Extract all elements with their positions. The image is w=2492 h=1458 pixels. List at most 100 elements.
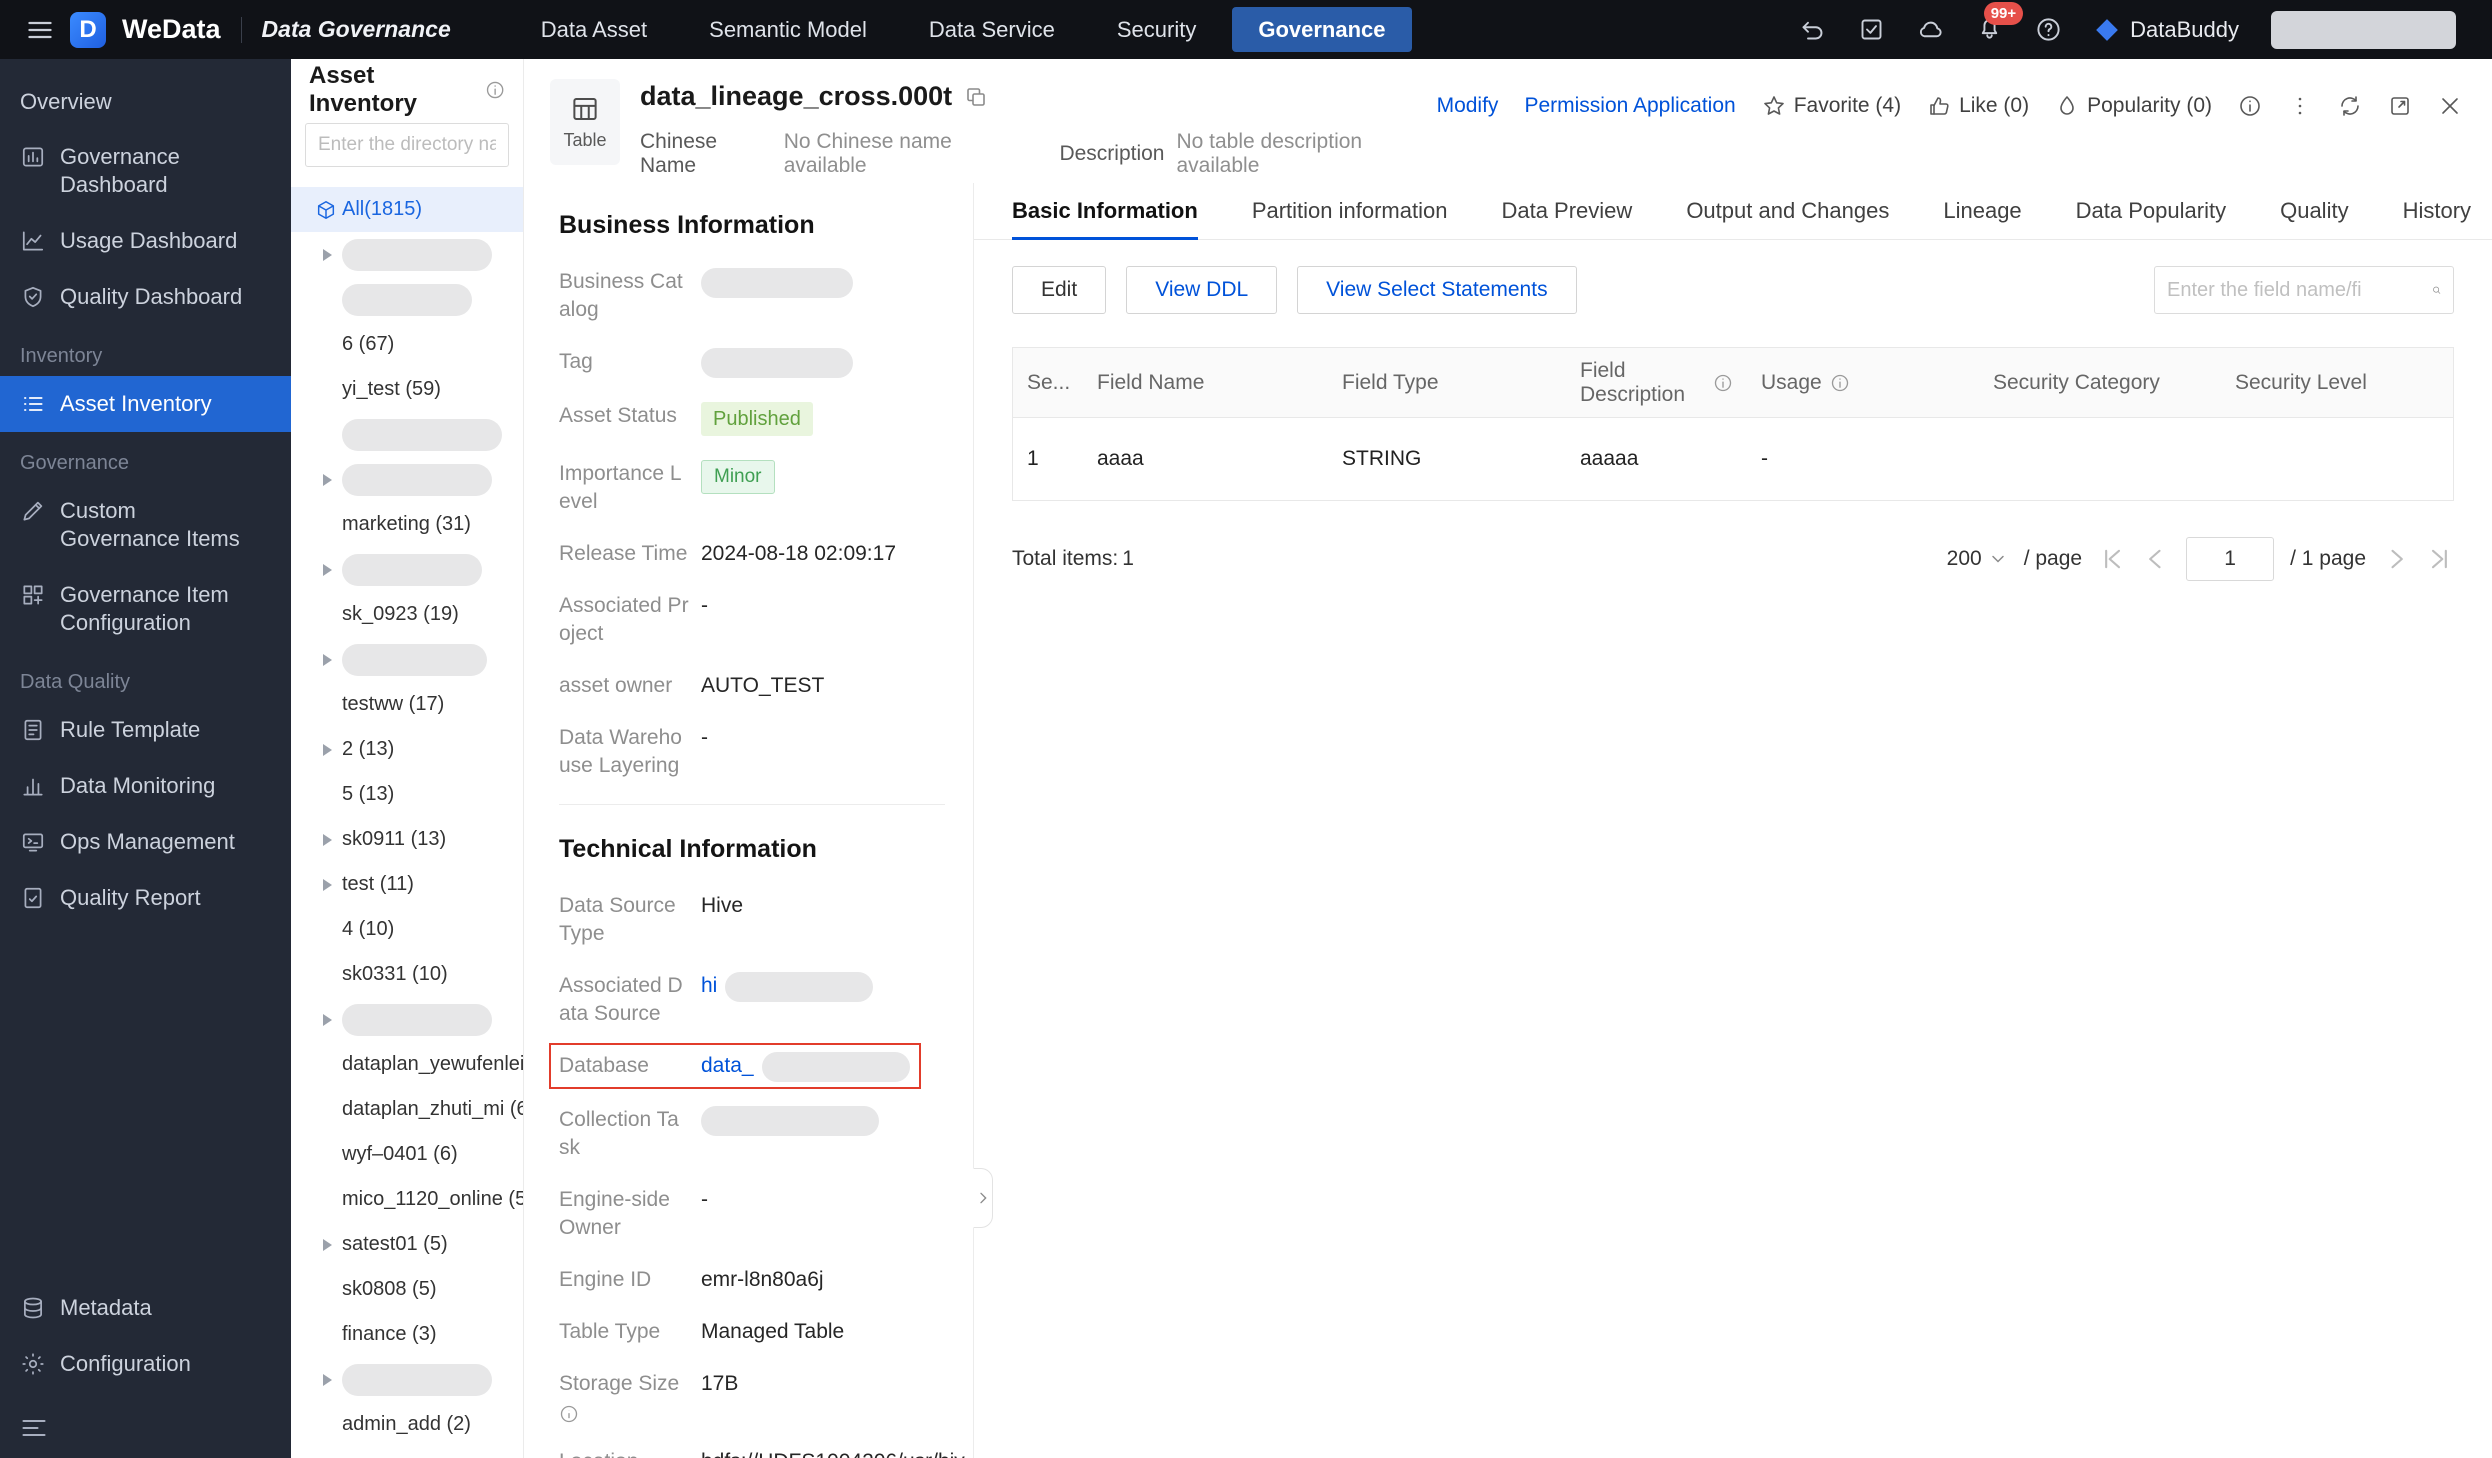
info-icon[interactable] [1713, 373, 1733, 393]
tree-item[interactable]: test (11) [291, 862, 523, 907]
tree-item[interactable]: dataplan_yewufenlei_r [291, 1042, 523, 1087]
sidebar-item-ops-management[interactable]: Ops Management [0, 814, 291, 870]
tree-item[interactable]: sk0911 (13) [291, 817, 523, 862]
expand-icon[interactable] [323, 653, 332, 666]
menu-icon[interactable] [26, 16, 54, 44]
tree-item-all[interactable]: All(1815) [291, 187, 523, 232]
tree-item[interactable]: testww (17) [291, 682, 523, 727]
tab-basic-information[interactable]: Basic Information [1012, 183, 1198, 240]
page-size-select[interactable]: 200 [1947, 547, 2008, 571]
field-search[interactable] [2154, 266, 2454, 314]
tree-item[interactable]: 6 (67) [291, 322, 523, 367]
search-icon[interactable] [2432, 278, 2441, 302]
expand-icon[interactable] [323, 1013, 332, 1026]
tree-item[interactable]: mico_1120_online (5) [291, 1177, 523, 1222]
sidebar-item-usage-dashboard[interactable]: Usage Dashboard [0, 213, 291, 269]
modify-link[interactable]: Modify [1437, 94, 1499, 118]
tree-item[interactable]: admin_add (2) [291, 1402, 523, 1447]
sidebar-item-governance-dashboard[interactable]: Governance Dashboard [0, 129, 291, 213]
sidebar-item-data-monitoring[interactable]: Data Monitoring [0, 758, 291, 814]
view-select-statements-button[interactable]: View Select Statements [1297, 266, 1577, 314]
tree-item[interactable]: finance (3) [291, 1312, 523, 1357]
table-row[interactable]: 1 aaaa STRING aaaaa - [1013, 418, 2453, 500]
copy-icon[interactable] [964, 85, 988, 109]
tree-item-redacted[interactable] [291, 547, 523, 592]
tab-history[interactable]: History [2403, 183, 2471, 239]
favorite-button[interactable]: Favorite (4) [1762, 94, 1901, 118]
field-search-input[interactable] [2167, 278, 2432, 302]
close-icon[interactable] [2438, 94, 2462, 118]
cloud-icon[interactable] [1917, 16, 1944, 43]
nav-security[interactable]: Security [1091, 7, 1222, 52]
undo-icon[interactable] [1799, 16, 1826, 43]
tree-item[interactable]: marketing (31) [291, 502, 523, 547]
directory-search[interactable] [305, 123, 509, 167]
tree-item[interactable]: 2 (13) [291, 727, 523, 772]
tree-item-redacted[interactable] [291, 412, 523, 457]
prev-page-icon[interactable] [2142, 545, 2170, 573]
tree-item[interactable]: 4 (10) [291, 907, 523, 952]
next-page-icon[interactable] [2382, 545, 2410, 573]
tab-data-preview[interactable]: Data Preview [1501, 183, 1632, 239]
expand-icon[interactable] [323, 1238, 332, 1251]
info-icon[interactable] [1830, 373, 1850, 393]
first-page-icon[interactable] [2098, 545, 2126, 573]
tree-item[interactable]: yi_test (59) [291, 367, 523, 412]
info-icon[interactable] [485, 79, 505, 101]
nav-data-asset[interactable]: Data Asset [515, 7, 673, 52]
tree-item-redacted[interactable] [291, 277, 523, 322]
help-icon[interactable] [2035, 16, 2062, 43]
last-page-icon[interactable] [2426, 545, 2454, 573]
tree-item-redacted[interactable] [291, 1357, 523, 1402]
tree-item-redacted[interactable] [291, 232, 523, 277]
sidebar-item-quality-report[interactable]: Quality Report [0, 870, 291, 926]
database-link[interactable]: data_ [701, 1052, 754, 1080]
permission-application-link[interactable]: Permission Application [1524, 94, 1735, 118]
edit-button[interactable]: Edit [1012, 266, 1107, 314]
tree-item-redacted[interactable] [291, 637, 523, 682]
expand-icon[interactable] [323, 563, 332, 576]
sidebar-item-custom-governance-items[interactable]: Custom Governance Items [0, 483, 291, 567]
refresh-icon[interactable] [2338, 94, 2362, 118]
tree-item-redacted[interactable] [291, 457, 523, 502]
expand-icon[interactable] [323, 473, 332, 486]
sidebar-item-rule-template[interactable]: Rule Template [0, 702, 291, 758]
data-source-link[interactable]: hi [701, 972, 717, 1000]
page-number-input[interactable] [2186, 537, 2275, 581]
sidebar-collapse-icon[interactable] [20, 1414, 48, 1442]
more-vertical-icon[interactable] [2288, 94, 2312, 118]
info-icon[interactable] [559, 1404, 579, 1424]
tree-item[interactable]: 5 (13) [291, 772, 523, 817]
sidebar-item-quality-dashboard[interactable]: Quality Dashboard [0, 269, 291, 325]
tree-item[interactable]: dataplan_zhuti_mi (6) [291, 1087, 523, 1132]
tab-partition-information[interactable]: Partition information [1252, 183, 1448, 239]
expand-icon[interactable] [323, 743, 332, 756]
tree-item[interactable]: wyf–0401 (6) [291, 1132, 523, 1177]
panel-collapse-handle[interactable] [973, 1168, 993, 1228]
directory-search-input[interactable] [318, 134, 496, 156]
expand-icon[interactable] [323, 833, 332, 846]
expand-icon[interactable] [323, 248, 332, 261]
tree-item[interactable]: sk0331 (10) [291, 952, 523, 997]
info-icon[interactable] [2238, 94, 2262, 118]
tab-output-and-changes[interactable]: Output and Changes [1686, 183, 1889, 239]
open-window-icon[interactable] [2388, 94, 2412, 118]
view-ddl-button[interactable]: View DDL [1126, 266, 1278, 314]
nav-semantic-model[interactable]: Semantic Model [683, 7, 893, 52]
databuddy[interactable]: DataBuddy [2094, 17, 2239, 43]
tab-data-popularity[interactable]: Data Popularity [2076, 183, 2226, 239]
tab-lineage[interactable]: Lineage [1943, 183, 2021, 239]
expand-icon[interactable] [323, 1373, 332, 1386]
sidebar-item-asset-inventory[interactable]: Asset Inventory [0, 376, 291, 432]
nav-governance[interactable]: Governance [1232, 7, 1412, 52]
like-button[interactable]: Like (0) [1927, 94, 2029, 118]
popularity-button[interactable]: Popularity (0) [2055, 94, 2212, 118]
tab-quality[interactable]: Quality [2280, 183, 2348, 239]
nav-data-service[interactable]: Data Service [903, 7, 1081, 52]
tree-item[interactable]: sk0808 (5) [291, 1267, 523, 1312]
tree-item[interactable]: sk_0923 (19) [291, 592, 523, 637]
wedata-logo[interactable]: D [70, 11, 106, 48]
expand-icon[interactable] [323, 878, 332, 891]
tree-item-redacted[interactable] [291, 997, 523, 1042]
sidebar-item-configuration[interactable]: Configuration [0, 1336, 291, 1392]
